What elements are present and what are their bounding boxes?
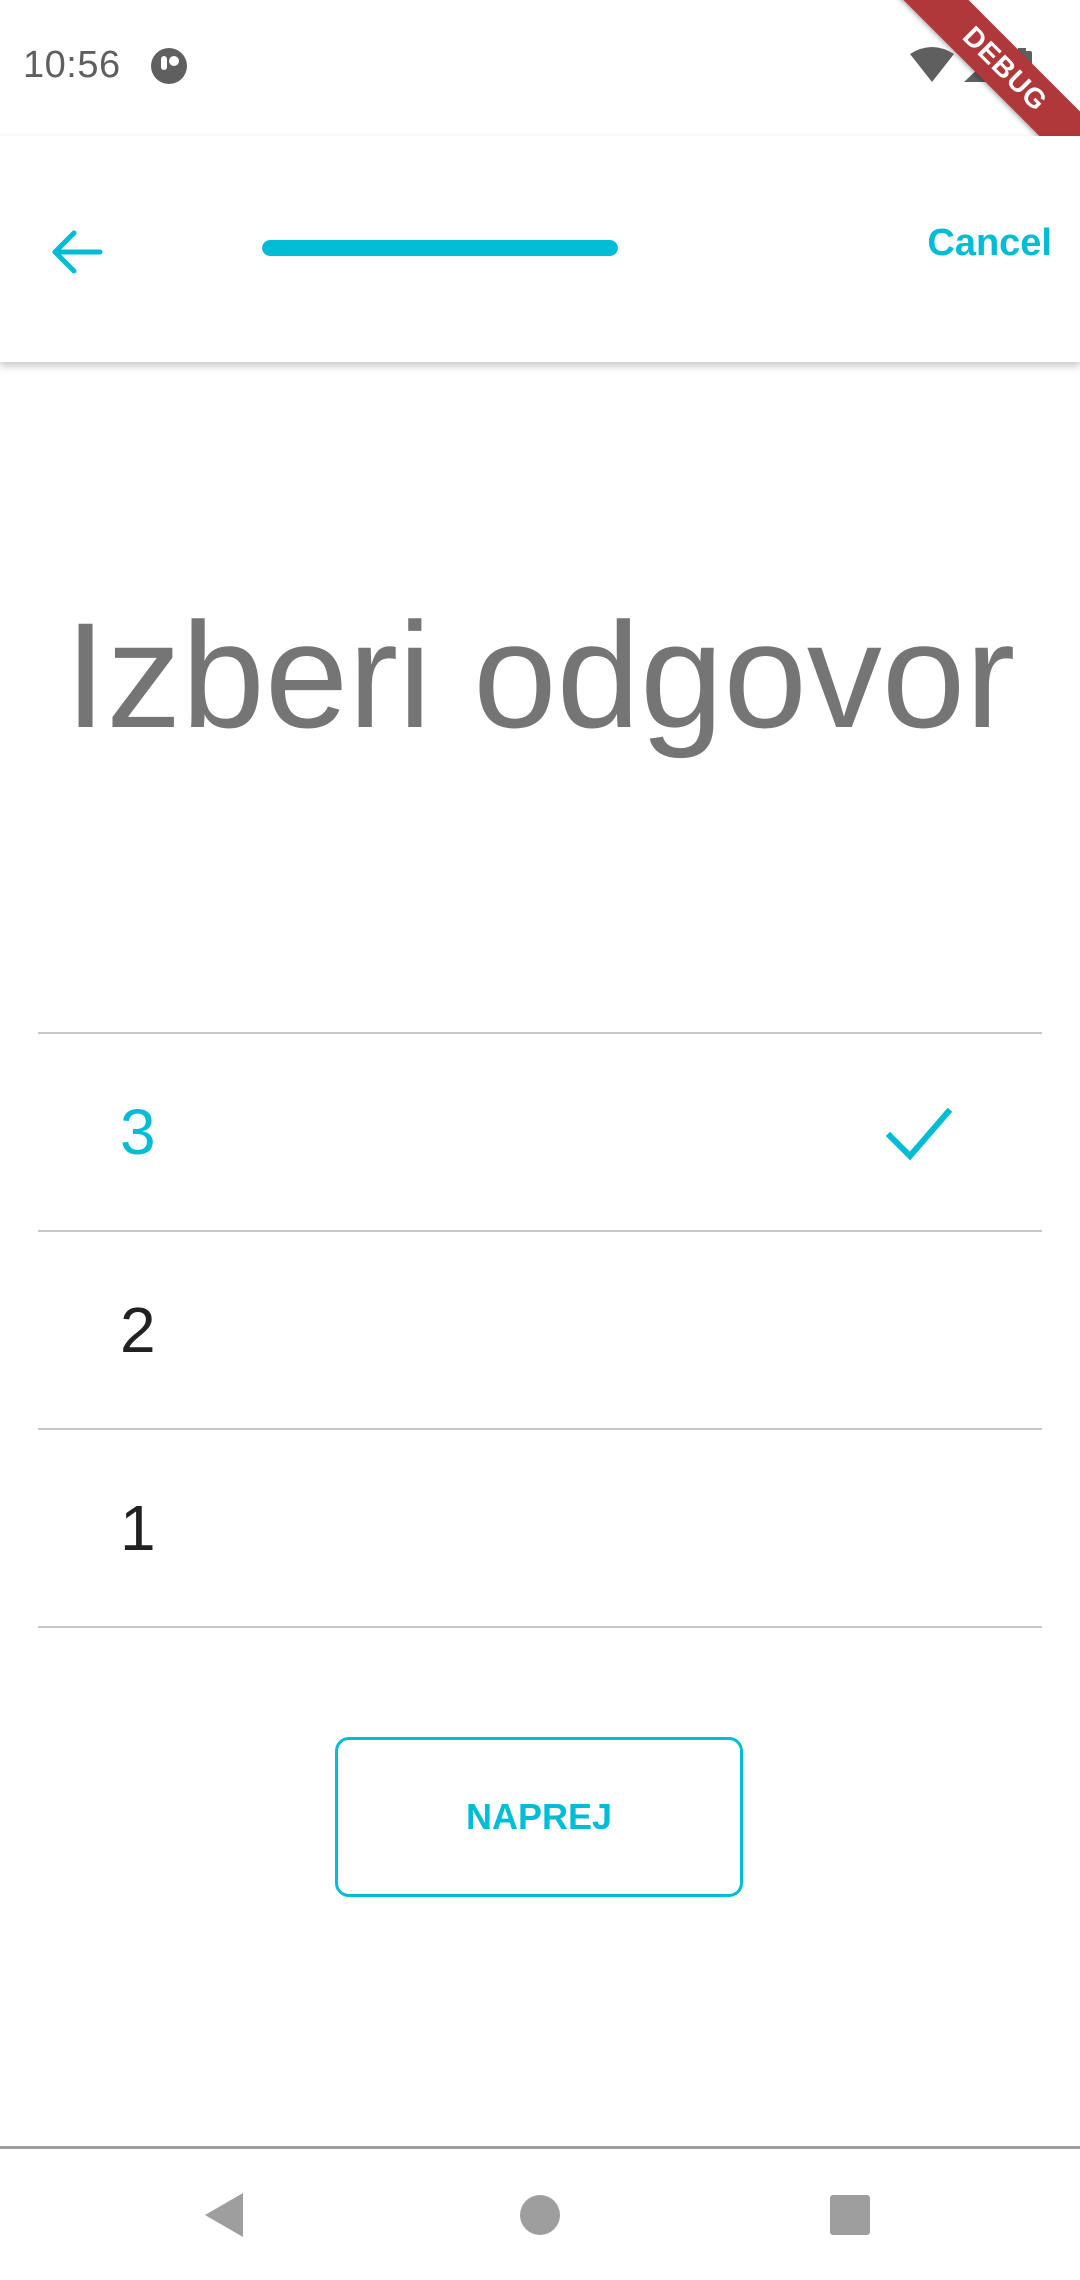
option-label: 1 — [120, 1492, 156, 1564]
app-notification-icon — [151, 48, 187, 84]
option-label: 2 — [120, 1294, 156, 1366]
nav-recents-icon[interactable] — [818, 2183, 882, 2247]
answer-options: 3 2 1 — [38, 1032, 1042, 1628]
status-bar: 10:56 — [0, 0, 1080, 136]
screen: 10:56 DEBUG Cancel Izberi odgovor 3 2 1 … — [0, 0, 1080, 2280]
navigation-bar — [0, 2146, 1080, 2280]
status-time: 10:56 — [23, 44, 121, 86]
next-button[interactable]: NAPREJ — [335, 1737, 743, 1897]
option-item[interactable]: 2 — [38, 1232, 1042, 1428]
nav-home-icon[interactable] — [508, 2183, 572, 2247]
progress-fill — [262, 240, 618, 256]
option-item[interactable]: 1 — [38, 1430, 1042, 1626]
option-label: 3 — [120, 1096, 156, 1168]
check-icon — [885, 1107, 953, 1161]
wifi-icon — [910, 47, 954, 82]
question-title: Izberi odgovor — [64, 591, 1016, 759]
nav-back-icon[interactable] — [193, 2183, 257, 2247]
option-item[interactable]: 3 — [38, 1034, 1042, 1230]
arrow-back-icon[interactable] — [40, 216, 112, 288]
progress-bar — [262, 240, 618, 256]
divider — [38, 1626, 1042, 1628]
cancel-button[interactable]: Cancel — [927, 222, 1052, 265]
app-bar: Cancel — [0, 136, 1080, 362]
